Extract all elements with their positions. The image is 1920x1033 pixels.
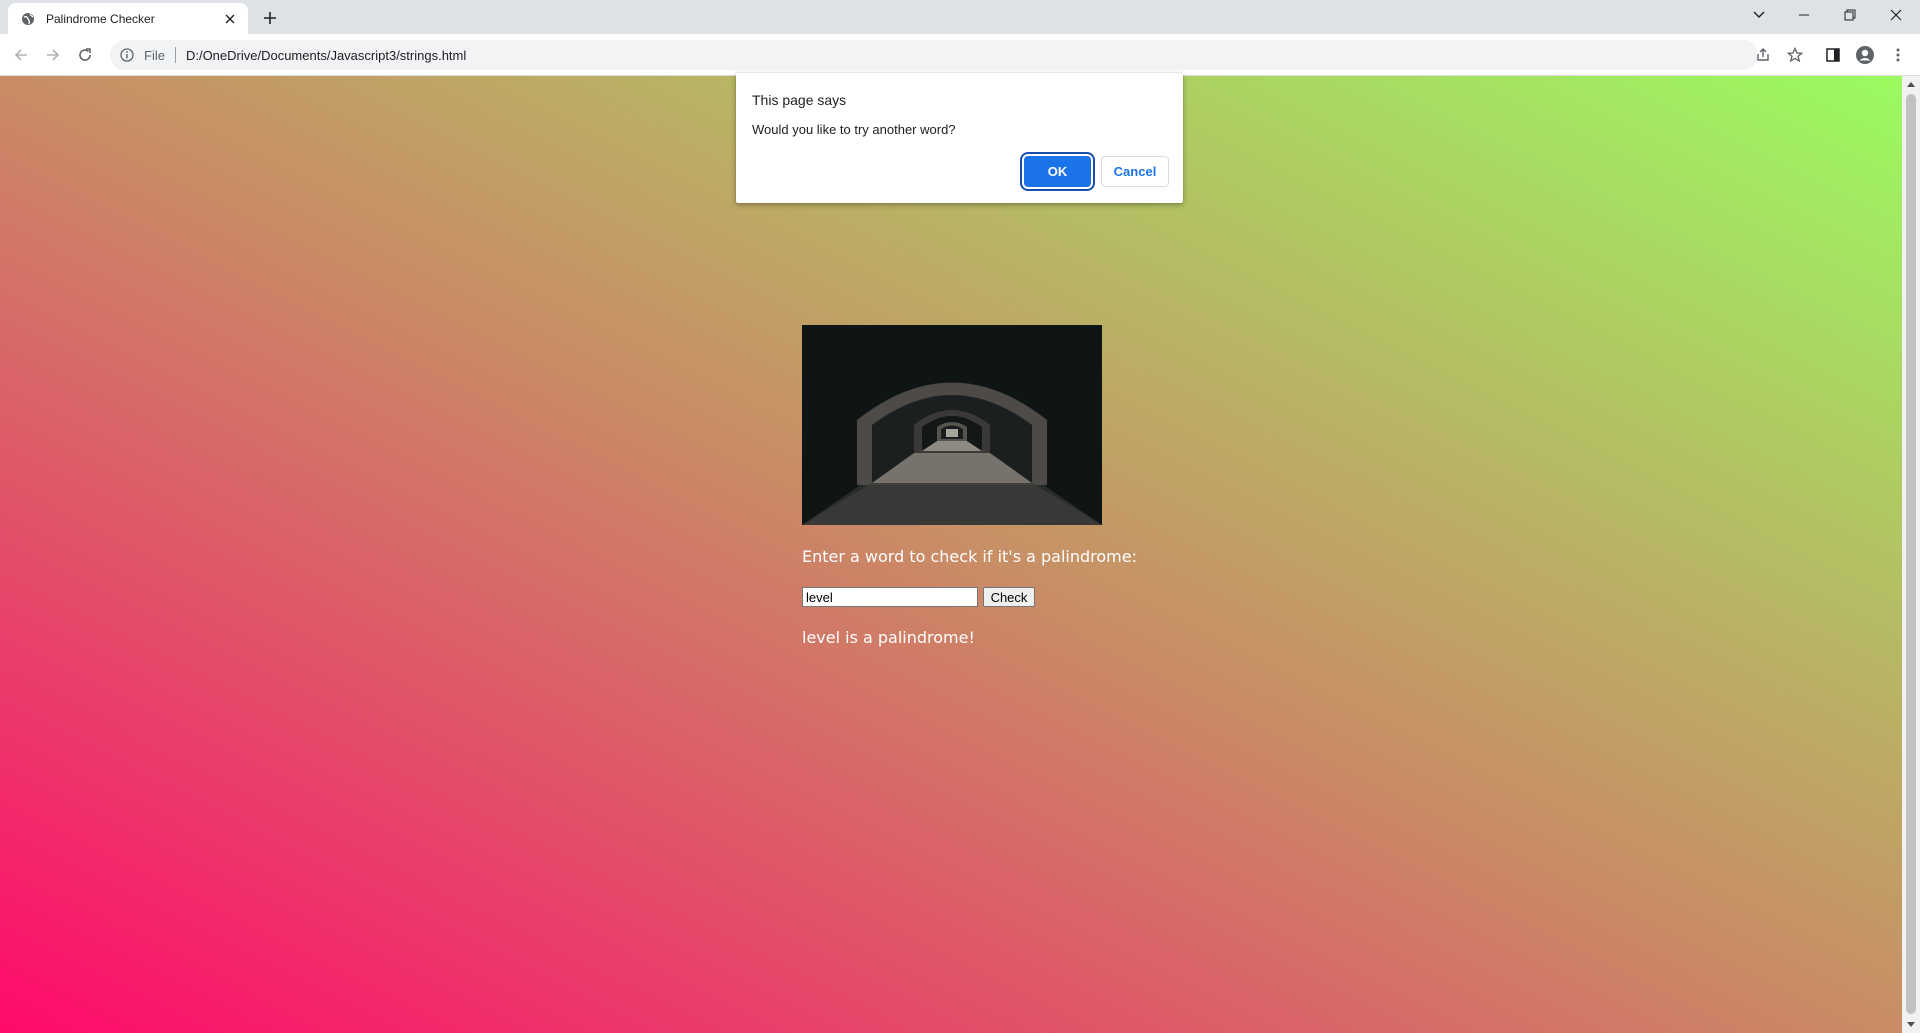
url-text[interactable]: D:/OneDrive/Documents/Javascript3/string… <box>186 48 466 63</box>
minimize-icon[interactable] <box>1782 0 1826 30</box>
scroll-down-arrow-icon[interactable] <box>1902 1017 1920 1033</box>
globe-icon <box>20 11 36 27</box>
check-button[interactable]: Check <box>983 587 1035 607</box>
cancel-button[interactable]: Cancel <box>1101 156 1169 187</box>
share-icon[interactable] <box>1750 42 1776 68</box>
url-scheme-label: File <box>144 47 165 63</box>
result-text: level is a palindrome! <box>802 628 975 647</box>
dialog-title: This page says <box>752 92 847 108</box>
menu-kebab-icon[interactable] <box>1885 42 1911 68</box>
tab-title: Palindrome Checker <box>46 11 155 26</box>
word-input[interactable] <box>802 587 978 607</box>
tunnel-image <box>802 325 1102 525</box>
reload-icon[interactable] <box>72 42 98 68</box>
tab-strip: Palindrome Checker <box>0 0 1920 34</box>
browser-tab[interactable]: Palindrome Checker <box>8 3 248 34</box>
tab-search-icon[interactable] <box>1737 0 1781 30</box>
side-panel-icon[interactable] <box>1820 42 1846 68</box>
scroll-up-arrow-icon[interactable] <box>1902 76 1920 92</box>
info-icon[interactable] <box>118 46 136 64</box>
browser-toolbar: File D:/OneDrive/Documents/Javascript3/s… <box>0 34 1920 76</box>
vertical-scrollbar[interactable] <box>1902 76 1920 1033</box>
scrollbar-thumb[interactable] <box>1906 94 1916 1014</box>
close-window-icon[interactable] <box>1874 0 1918 30</box>
close-tab-icon[interactable] <box>222 11 238 27</box>
forward-icon[interactable] <box>40 42 66 68</box>
profile-avatar-icon[interactable] <box>1852 42 1878 68</box>
bookmark-star-icon[interactable] <box>1782 42 1808 68</box>
new-tab-button[interactable] <box>259 7 281 29</box>
address-bar[interactable]: File D:/OneDrive/Documents/Javascript3/s… <box>110 40 1758 70</box>
restore-icon[interactable] <box>1828 0 1872 30</box>
dialog-message: Would you like to try another word? <box>752 122 956 137</box>
alert-dialog: This page says Would you like to try ano… <box>736 73 1183 203</box>
back-icon[interactable] <box>8 42 34 68</box>
ok-button[interactable]: OK <box>1024 156 1091 187</box>
instruction-text: Enter a word to check if it's a palindro… <box>802 547 1137 566</box>
omnibox-divider <box>174 47 176 63</box>
